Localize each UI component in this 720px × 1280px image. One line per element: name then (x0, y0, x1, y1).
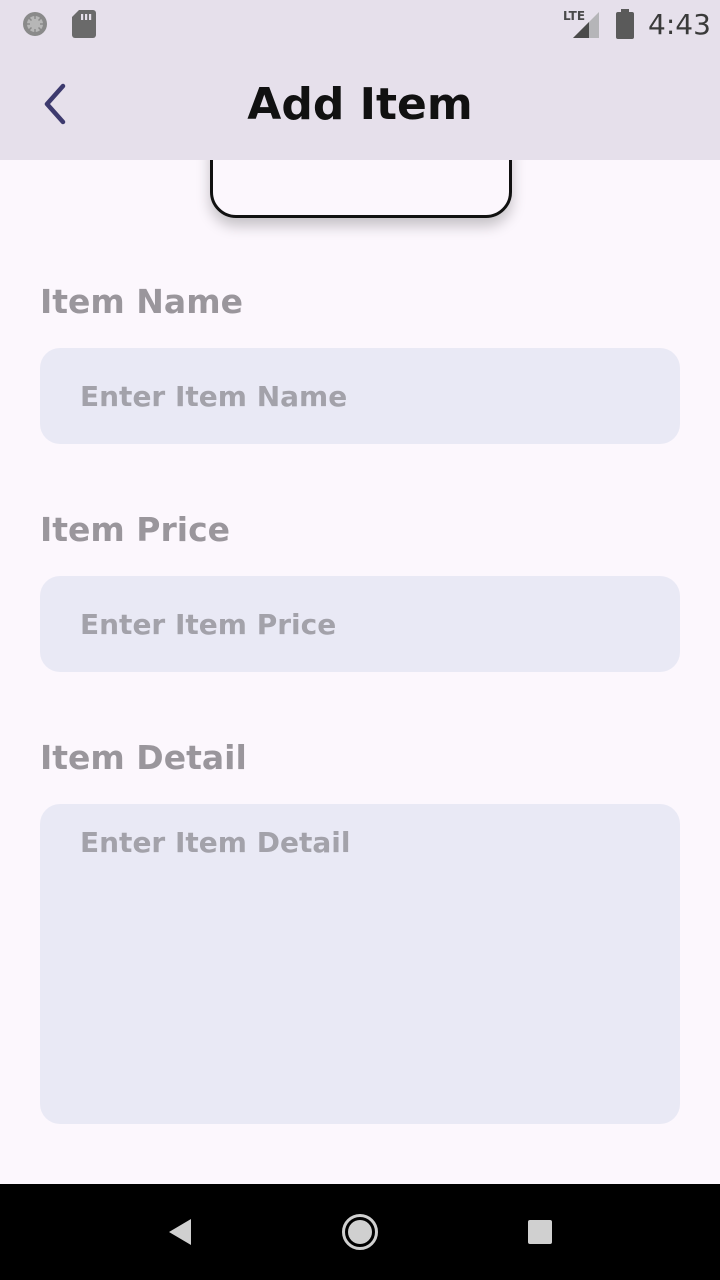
item-name-input[interactable] (40, 348, 680, 444)
nav-home-button[interactable] (340, 1212, 380, 1252)
add-item-screen: LTE 4:43 Add Item Item Name Item Price I… (0, 0, 720, 1280)
lte-signal-icon: LTE (563, 9, 599, 38)
item-price-label: Item Price (40, 510, 231, 549)
status-time: 4:43 (648, 8, 711, 41)
system-nav-bar (0, 1184, 720, 1280)
home-circle-icon (342, 1214, 378, 1250)
status-bar: LTE 4:43 (0, 0, 720, 50)
item-name-label: Item Name (40, 282, 243, 321)
sync-icon (23, 12, 47, 36)
item-detail-label: Item Detail (40, 738, 247, 777)
app-bar: Add Item (0, 50, 720, 160)
item-detail-textarea[interactable] (40, 804, 680, 1124)
nav-recents-button[interactable] (520, 1212, 560, 1252)
battery-icon (616, 9, 634, 39)
page-title: Add Item (247, 79, 473, 130)
nav-back-button[interactable] (160, 1212, 200, 1252)
recents-square-icon (528, 1220, 552, 1244)
sd-card-icon (72, 10, 96, 38)
item-price-input[interactable] (40, 576, 680, 672)
lte-text: LTE (563, 9, 585, 23)
back-triangle-icon (169, 1219, 191, 1245)
